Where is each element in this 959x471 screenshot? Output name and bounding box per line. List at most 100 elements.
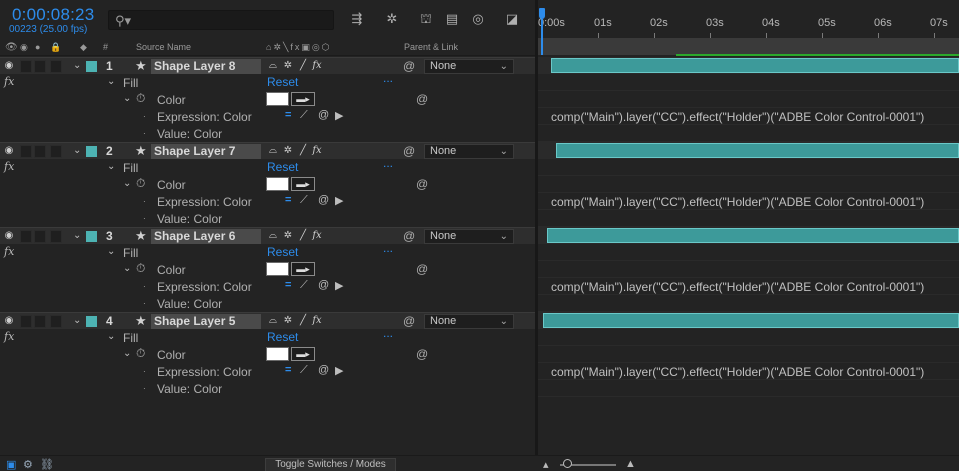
quality-switch-icon[interactable]: ╱ (297, 145, 309, 157)
expression-graph-icon[interactable]: ⟋ (300, 279, 308, 292)
property-pick-whip-icon[interactable]: @ (416, 177, 428, 191)
comp-mini-flowchart-icon[interactable]: ⇶ (348, 10, 366, 28)
stopwatch-icon[interactable]: ⏱ (136, 346, 145, 361)
expression-graph-icon[interactable]: ⟋ (300, 194, 308, 207)
visibility-eye-icon[interactable]: ◉ (4, 231, 14, 241)
effect-options-link[interactable]: ... (383, 241, 393, 255)
expand-chevron-icon[interactable]: ⌄ (73, 230, 81, 241)
work-area-range[interactable] (676, 54, 959, 56)
parent-dropdown[interactable]: None ⌄ (424, 229, 514, 244)
solo-switch[interactable] (34, 230, 46, 243)
solo-switch[interactable] (34, 145, 46, 158)
expression-pick-whip-icon[interactable]: @ (318, 109, 329, 121)
lock-switch[interactable] (50, 145, 62, 158)
shy-switch-icon[interactable]: ⌓ (267, 145, 279, 157)
effect-name-fill[interactable]: Fill (123, 331, 138, 345)
expression-track[interactable]: comp("Main").layer("CC").effect("Holder"… (538, 193, 959, 210)
expand-chevron-icon[interactable]: ⌄ (123, 263, 131, 274)
expression-language-menu-icon[interactable]: ▶ (335, 194, 343, 207)
label-column-icon[interactable]: ◆ (80, 42, 87, 53)
frame-blending-icon[interactable]: ▤ (443, 10, 461, 28)
layer-duration-bar[interactable] (551, 58, 959, 73)
toggle-switches-modes-button[interactable]: Toggle Switches / Modes (265, 458, 396, 471)
motion-blur-icon[interactable]: ◎ (469, 10, 487, 28)
label-color-swatch[interactable] (86, 146, 97, 157)
expression-text[interactable]: comp("Main").layer("CC").effect("Holder"… (551, 195, 924, 209)
source-name-header[interactable]: Source Name (136, 42, 191, 52)
zoom-in-icon[interactable]: ▲ (625, 458, 636, 470)
reset-link[interactable]: Reset (267, 160, 298, 174)
audio-switch[interactable] (20, 145, 32, 158)
expression-track[interactable]: comp("Main").layer("CC").effect("Holder"… (538, 108, 959, 125)
layer-duration-bar[interactable] (547, 228, 959, 243)
expression-pick-whip-icon[interactable]: @ (318, 279, 329, 291)
effect-fx-icon[interactable]: fx (4, 160, 14, 173)
label-color-swatch[interactable] (86, 231, 97, 242)
expression-track[interactable]: comp("Main").layer("CC").effect("Holder"… (538, 278, 959, 295)
effect-name-fill[interactable]: Fill (123, 161, 138, 175)
parent-pick-whip-icon[interactable]: @ (403, 314, 415, 328)
expand-chevron-icon[interactable]: ⌄ (107, 76, 115, 87)
draft-3d-icon[interactable]: ✲ (383, 10, 401, 28)
effects-switch-icon[interactable]: fx (311, 145, 323, 157)
expand-chevron-icon[interactable]: ⌄ (107, 246, 115, 257)
expression-text[interactable]: comp("Main").layer("CC").effect("Holder"… (551, 280, 924, 294)
effect-row[interactable]: fx ⌄ Fill Reset... (0, 326, 537, 346)
layer-duration-bar[interactable] (556, 143, 959, 158)
color-swatch[interactable] (266, 262, 289, 276)
eye-column-icon[interactable]: 👁 (5, 42, 18, 53)
expand-chevron-icon[interactable]: ⌄ (123, 93, 131, 104)
expression-pick-whip-icon[interactable]: @ (318, 194, 329, 206)
expression-enable-icon[interactable]: = (285, 194, 291, 206)
expression-language-menu-icon[interactable]: ▶ (335, 109, 343, 122)
property-pick-whip-icon[interactable]: @ (416, 262, 428, 276)
expression-text[interactable]: comp("Main").layer("CC").effect("Holder"… (551, 365, 924, 379)
expression-text[interactable]: comp("Main").layer("CC").effect("Holder"… (551, 110, 924, 124)
lock-column-icon[interactable]: 🔒 (50, 42, 61, 53)
lock-switch[interactable] (50, 230, 62, 243)
current-time-indicator[interactable] (539, 8, 545, 55)
quality-switch-icon[interactable]: ╱ (297, 230, 309, 242)
expand-chevron-icon[interactable]: ⌄ (107, 161, 115, 172)
expression-enable-icon[interactable]: = (285, 279, 291, 291)
expression-graph-icon[interactable]: ⟋ (300, 364, 308, 377)
label-color-swatch[interactable] (86, 61, 97, 72)
layer-switches-toggle-icon[interactable]: ▣ (6, 458, 16, 471)
playhead-handle[interactable] (539, 8, 545, 19)
parent-pick-whip-icon[interactable]: @ (403, 144, 415, 158)
layer-name[interactable]: Shape Layer 5 (151, 314, 261, 329)
audio-switch[interactable] (20, 60, 32, 73)
effect-row[interactable]: fx ⌄ Fill Reset... (0, 71, 537, 91)
effect-name-fill[interactable]: Fill (123, 246, 138, 260)
effect-name-fill[interactable]: Fill (123, 76, 138, 90)
eyedropper-icon[interactable]: ▬▸ (291, 262, 315, 276)
expression-pick-whip-icon[interactable]: @ (318, 364, 329, 376)
lock-switch[interactable] (50, 60, 62, 73)
expand-chevron-icon[interactable]: ⌄ (123, 348, 131, 359)
reset-link[interactable]: Reset (267, 330, 298, 344)
collapse-switch-icon[interactable]: ✲ (282, 145, 294, 157)
expression-graph-icon[interactable]: ⟋ (300, 109, 308, 122)
effects-switch-icon[interactable]: fx (311, 315, 323, 327)
stopwatch-icon[interactable]: ⏱ (136, 176, 145, 191)
color-swatch[interactable] (266, 92, 289, 106)
stopwatch-icon[interactable]: ⏱ (136, 261, 145, 276)
property-row-color[interactable]: ⌄ ⏱ Color ▬▸ @ (0, 346, 537, 363)
expand-chevron-icon[interactable]: ⌄ (73, 315, 81, 326)
transfer-controls-toggle-icon[interactable]: ⚙ (23, 458, 33, 471)
effect-row[interactable]: fx ⌄ Fill Reset... (0, 156, 537, 176)
zoom-slider-knob[interactable] (563, 459, 572, 468)
audio-switch[interactable] (20, 315, 32, 328)
layer-name[interactable]: Shape Layer 8 (151, 59, 261, 74)
eyedropper-icon[interactable]: ▬▸ (291, 177, 315, 191)
reset-link[interactable]: Reset (267, 75, 298, 89)
expand-chevron-icon[interactable]: ⌄ (107, 331, 115, 342)
expression-track[interactable]: comp("Main").layer("CC").effect("Holder"… (538, 363, 959, 380)
expression-row[interactable]: · Expression: Color = ⟋ @ ▶ (0, 193, 537, 210)
layer-name[interactable]: Shape Layer 7 (151, 144, 261, 159)
expression-language-menu-icon[interactable]: ▶ (335, 279, 343, 292)
label-color-swatch[interactable] (86, 316, 97, 327)
parent-pick-whip-icon[interactable]: @ (403, 59, 415, 73)
expression-row[interactable]: · Expression: Color = ⟋ @ ▶ (0, 363, 537, 380)
parent-pick-whip-icon[interactable]: @ (403, 229, 415, 243)
